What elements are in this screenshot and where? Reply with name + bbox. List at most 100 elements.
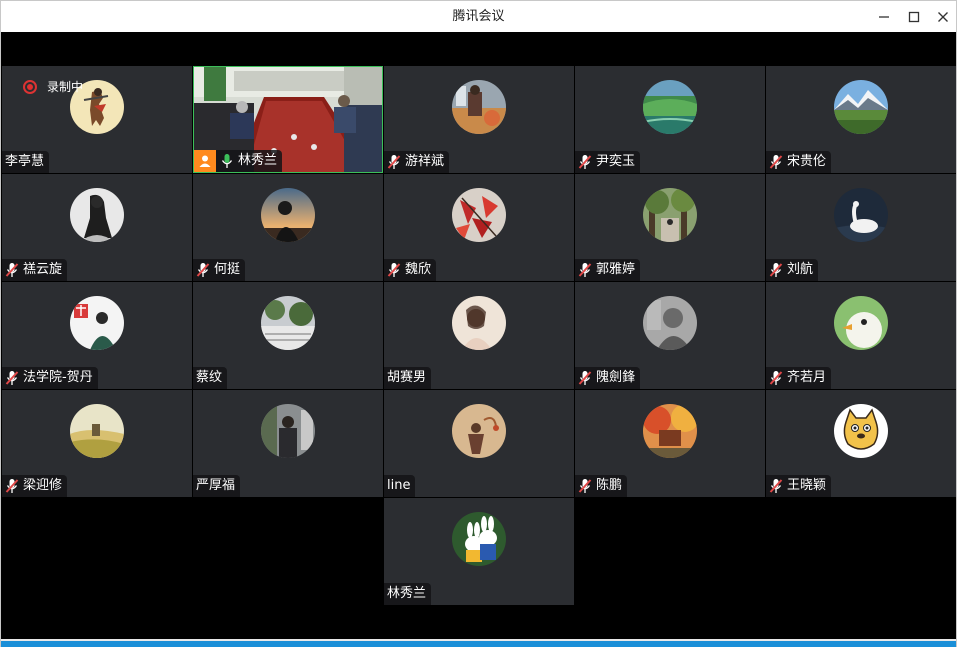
participant-name: 何挺 [214,262,241,277]
minimize-button[interactable] [873,7,895,27]
participant-avatar [834,80,888,134]
participant-name: 梁迎修 [23,478,63,493]
participant-name: 齐若月 [787,370,827,385]
participant-tile[interactable]: 梁迎修 [2,390,192,497]
participant-avatar [70,404,124,458]
mic-muted-icon [387,155,401,169]
participant-nameplate: 梁迎修 [2,475,68,497]
participant-nameplate: 齐若月 [766,367,832,389]
participant-avatar [643,404,697,458]
mic-muted-icon [196,263,210,277]
top-toolbar-area [1,32,956,66]
recording-indicator[interactable]: 录制中 [23,78,83,95]
participant-tile[interactable]: 禚云旋 [2,174,192,281]
participant-nameplate: 蔡纹 [193,367,228,389]
mic-muted-icon [769,479,783,493]
participant-name: 严厚福 [196,478,236,493]
participant-nameplate: 法学院-贺丹 [2,367,98,389]
participant-tile[interactable]: 法学院-贺丹 [2,282,192,389]
participant-nameplate: 宋贵伦 [766,151,832,173]
participant-avatar [261,296,315,350]
participant-nameplate: 隗劍鋒 [575,367,641,389]
participant-tile[interactable]: 刘航 [766,174,956,281]
participant-avatar [261,404,315,458]
participant-tile[interactable]: 魏欣 [384,174,574,281]
maximize-button[interactable] [903,7,925,27]
close-icon [938,12,948,22]
participant-avatar [643,80,697,134]
participant-nameplate: 林秀兰 [384,583,432,605]
participant-nameplate: 魏欣 [384,259,437,281]
participant-grid: 录制中 李亭慧 林秀兰 游祥斌 尹奕玉 宋贵伦 禚云旋 何挺 魏欣 郭雅婷 刘航… [1,66,956,639]
mic-muted-icon [5,263,19,277]
mic-muted-icon [578,479,592,493]
mic-muted-icon [769,371,783,385]
mic-muted-icon [769,263,783,277]
participant-avatar [452,80,506,134]
participant-name: 林秀兰 [238,153,278,168]
participant-tile[interactable]: 胡赛男 [384,282,574,389]
participant-tile[interactable]: 王晓颖 [766,390,956,497]
mic-muted-icon [769,155,783,169]
participant-nameplate: 郭雅婷 [575,259,641,281]
participant-tile[interactable]: 齐若月 [766,282,956,389]
participant-avatar [452,188,506,242]
participant-avatar [834,404,888,458]
participant-tile[interactable]: 陈鹏 [575,390,765,497]
participant-nameplate: 胡赛男 [384,367,432,389]
mic-muted-icon [387,263,401,277]
participant-name: 蔡纹 [196,370,223,385]
participant-name: 李亭慧 [5,154,45,169]
maximize-icon [908,11,920,23]
participant-nameplate: 严厚福 [193,475,241,497]
participant-name: line [387,478,411,493]
participant-tile[interactable]: 隗劍鋒 [575,282,765,389]
recording-label: 录制中 [47,80,84,94]
participant-name: 隗劍鋒 [596,370,636,385]
participant-name: 宋贵伦 [787,154,827,169]
participant-tile[interactable]: 尹奕玉 [575,66,765,173]
participant-nameplate: 林秀兰 [194,150,283,172]
participant-tile[interactable]: 游祥斌 [384,66,574,173]
participant-avatar [70,188,124,242]
title-bar[interactable]: 腾讯会议 [1,1,956,32]
participant-nameplate: 刘航 [766,259,819,281]
participant-tile[interactable]: line [384,390,574,497]
close-button[interactable] [932,7,954,27]
participant-name: 禚云旋 [23,262,63,277]
participant-nameplate: 何挺 [193,259,246,281]
participant-name: 郭雅婷 [596,262,636,277]
participant-name: 魏欣 [405,262,432,277]
participant-avatar [70,296,124,350]
participant-tile[interactable]: 林秀兰 [384,498,574,605]
participant-avatar [452,296,506,350]
participant-avatar [834,296,888,350]
meeting-window: 腾讯会议 录制中 李亭慧 林秀兰 游祥斌 尹奕玉 宋贵伦 禚云旋 何挺 魏欣 郭… [0,0,957,647]
participant-tile[interactable]: 宋贵伦 [766,66,956,173]
participant-avatar [643,296,697,350]
participant-nameplate: 王晓颖 [766,475,832,497]
participant-tile[interactable]: 郭雅婷 [575,174,765,281]
mic-muted-icon [578,263,592,277]
recording-icon [23,79,37,94]
participant-nameplate: 尹奕玉 [575,151,641,173]
participant-name: 刘航 [787,262,814,277]
participant-avatar [452,404,506,458]
participant-tile[interactable]: 严厚福 [193,390,383,497]
participant-tile[interactable]: 蔡纹 [193,282,383,389]
participant-name: 胡赛男 [387,370,427,385]
participant-nameplate: 李亭慧 [2,151,50,173]
participant-name: 法学院-贺丹 [23,370,93,385]
participant-name: 王晓颖 [787,478,827,493]
participant-nameplate: line [384,475,416,497]
participant-nameplate: 禚云旋 [2,259,68,281]
participant-name: 陈鹏 [596,478,623,493]
host-badge-icon [194,150,216,172]
window-title: 腾讯会议 [452,9,505,24]
participant-video-tile[interactable]: 林秀兰 [193,66,383,173]
participant-name: 林秀兰 [387,586,427,601]
participant-name: 游祥斌 [405,154,445,169]
minimize-icon [879,16,889,18]
participant-tile[interactable]: 何挺 [193,174,383,281]
participant-nameplate: 陈鹏 [575,475,628,497]
